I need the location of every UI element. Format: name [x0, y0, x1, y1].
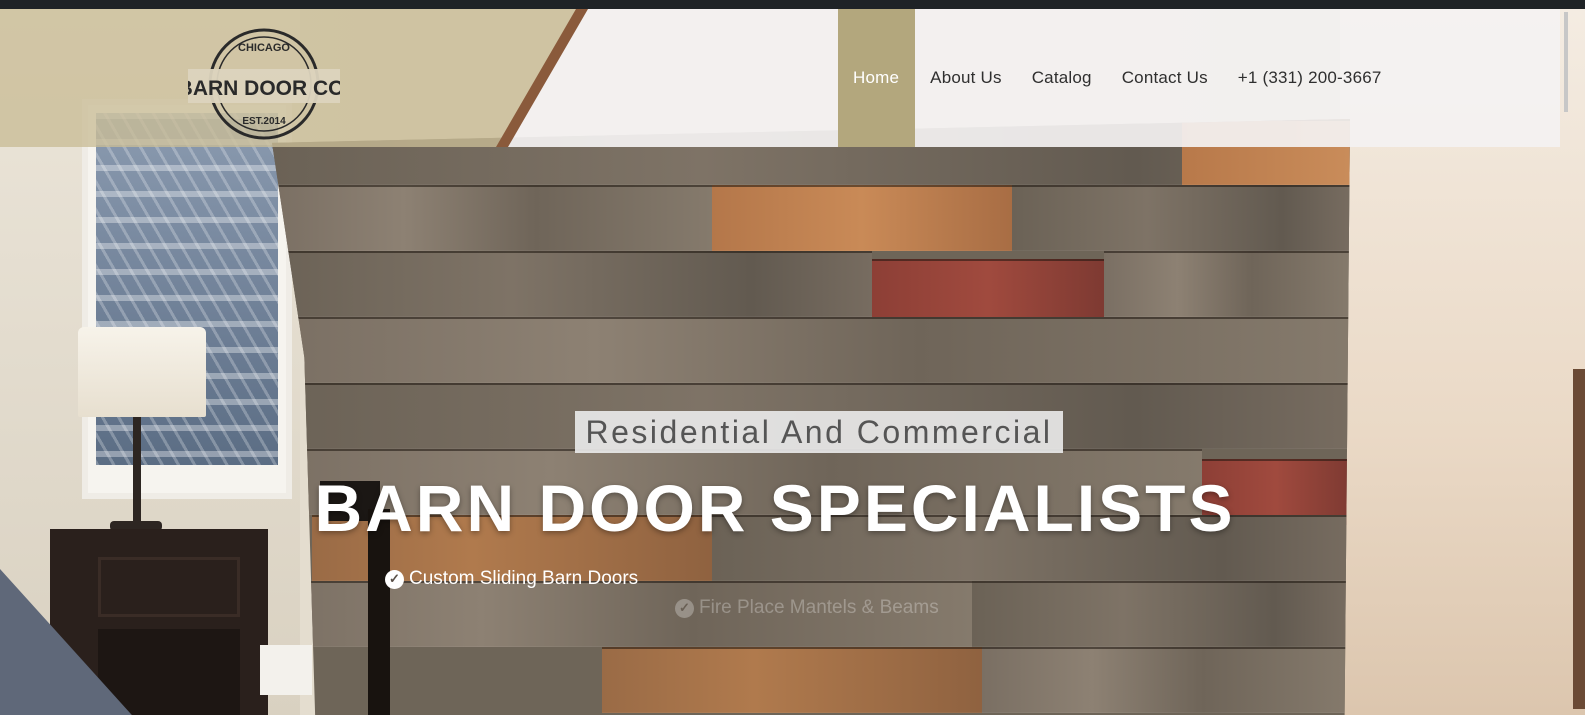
hero-subtitle-box: Residential And Commercial [575, 411, 1063, 453]
hero-headline: BARN DOOR SPECIALISTS [314, 471, 1236, 545]
check-circle-icon: ✓ [385, 569, 404, 589]
nav-about-us[interactable]: About Us [915, 9, 1017, 147]
lamp-shade [78, 327, 206, 417]
nav-phone[interactable]: +1 (331) 200-3667 [1223, 9, 1397, 147]
site-logo[interactable]: CHICAGO BARN DOOR CO. EST.2014 [178, 25, 350, 143]
nightstand-drawer [98, 557, 240, 617]
nav-catalog[interactable]: Catalog [1017, 9, 1107, 147]
baseboard [260, 645, 312, 695]
scrollbar-thumb[interactable] [1564, 12, 1568, 112]
hero-subtitle: Residential And Commercial [585, 413, 1053, 450]
main-nav: Home About Us Catalog Contact Us +1 (331… [838, 9, 1397, 147]
nav-contact-us[interactable]: Contact Us [1107, 9, 1223, 147]
logo-bottom-text: EST.2014 [242, 116, 286, 127]
browser-top-strip [0, 0, 1585, 9]
wall-tapestry [82, 99, 292, 499]
logo-main-text: BARN DOOR CO. [188, 77, 340, 100]
feature-label: Custom Sliding Barn Doors [409, 568, 639, 589]
site-header: CHICAGO BARN DOOR CO. EST.2014 Home Abou… [0, 9, 1560, 147]
nav-home[interactable]: Home [838, 9, 916, 147]
feature-item: ✓ Fire Place Mantels & Beams [675, 597, 939, 619]
check-circle-icon: ✓ [675, 598, 694, 618]
logo-badge-icon: CHICAGO BARN DOOR CO. EST.2014 [178, 28, 350, 140]
feature-label: Fire Place Mantels & Beams [699, 597, 939, 618]
page-scrollbar[interactable] [1560, 9, 1585, 715]
logo-top-text: CHICAGO [238, 42, 290, 54]
feature-item: ✓ Custom Sliding Barn Doors [385, 568, 638, 590]
